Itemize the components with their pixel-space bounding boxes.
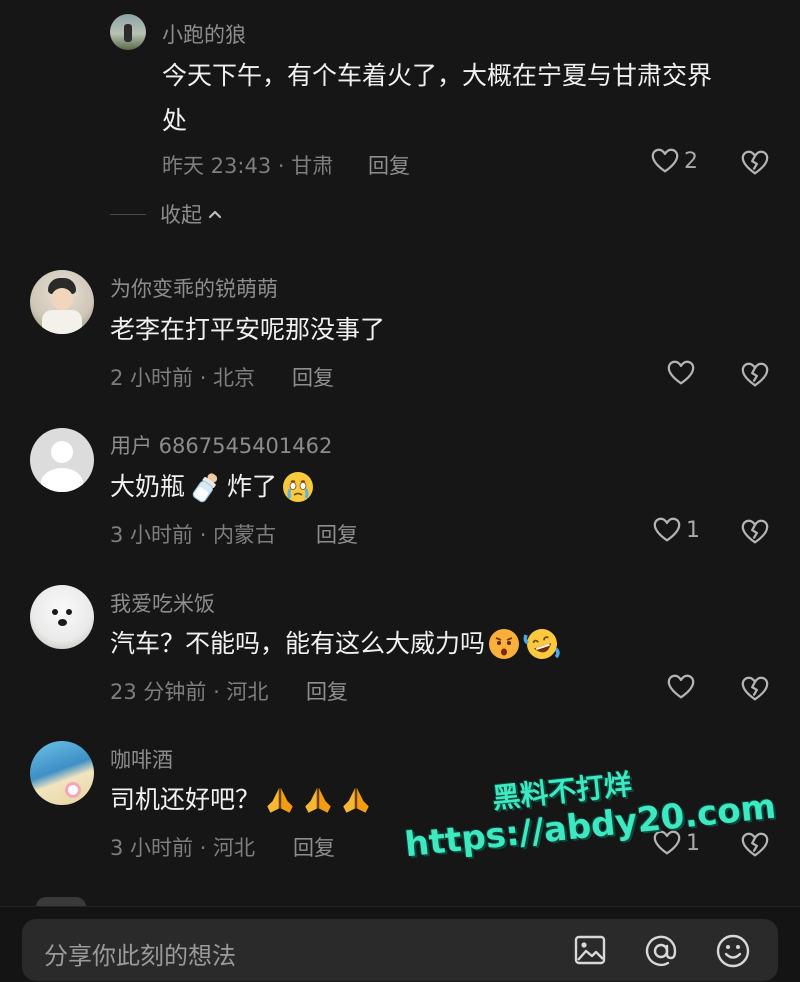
- like-button[interactable]: 2: [650, 146, 698, 176]
- broken-heart-icon[interactable]: [740, 674, 770, 704]
- comment-text: 司机还好吧？: [110, 777, 374, 823]
- broken-heart-icon[interactable]: [740, 517, 770, 547]
- comment-author[interactable]: 用户 6867545401462: [110, 430, 332, 460]
- like-count: 1: [686, 517, 700, 543]
- collapse-replies-button[interactable]: 收起: [110, 199, 224, 229]
- reply-button[interactable]: 回复: [293, 832, 335, 862]
- like-button[interactable]: 1: [652, 515, 700, 545]
- comment-author[interactable]: 咖啡酒: [110, 744, 173, 774]
- avatar[interactable]: [30, 270, 94, 334]
- comment-text: 今天下午，有个车着火了，大概在宁夏与甘肃交界: [162, 61, 713, 90]
- image-icon[interactable]: [572, 932, 608, 968]
- comment-text: 汽车？不能吗，能有这么大威力吗: [110, 621, 561, 667]
- reply-button[interactable]: 回复: [292, 362, 334, 392]
- reply-button[interactable]: 回复: [306, 676, 348, 706]
- broken-heart-icon[interactable]: [740, 360, 770, 390]
- emoji-icon[interactable]: [714, 932, 752, 970]
- reply-button[interactable]: 回复: [368, 150, 410, 180]
- comment-input[interactable]: 分享你此刻的想法: [22, 919, 778, 981]
- praying-hands-emoji: [300, 783, 336, 817]
- comment-meta: 3 小时前 · 内蒙古: [110, 523, 277, 547]
- heart-icon: [652, 515, 682, 545]
- comment-text-part: 汽车？不能吗，能有这么大威力吗: [110, 629, 486, 658]
- like-count: 2: [684, 148, 698, 174]
- comment-meta: 3 小时前 · 河北: [110, 836, 256, 860]
- heart-icon: [666, 672, 696, 702]
- comment-meta: 昨天 23:43 · 甘肃: [162, 154, 334, 178]
- broken-heart-icon[interactable]: [740, 148, 770, 178]
- praying-hands-emoji: [338, 783, 374, 817]
- avatar[interactable]: [110, 14, 146, 50]
- comment-author[interactable]: 为你变乖的锐萌萌: [110, 273, 278, 303]
- like-button[interactable]: [666, 358, 696, 388]
- comment-author[interactable]: 我爱吃米饭: [110, 588, 215, 618]
- divider: [110, 213, 146, 215]
- chevron-up-icon: [208, 210, 222, 219]
- avatar[interactable]: [30, 585, 94, 649]
- like-button[interactable]: [666, 672, 696, 702]
- comment-text-part: 司机还好吧？: [110, 785, 261, 814]
- baby-bottle-emoji: [192, 473, 218, 503]
- comment-input-bar: 分享你此刻的想法: [0, 906, 800, 982]
- default-avatar-icon[interactable]: [30, 428, 94, 492]
- crying-face-emoji: [283, 472, 314, 502]
- comment-author[interactable]: 小跑的狼: [162, 19, 246, 49]
- comment-text: 老李在打平安呢那没事了: [110, 315, 386, 344]
- avatar[interactable]: [30, 741, 94, 805]
- heart-icon: [650, 146, 680, 176]
- comment-meta: 23 分钟前 · 河北: [110, 680, 269, 704]
- broken-heart-icon[interactable]: [740, 830, 770, 860]
- comment-meta: 2 小时前 · 北京: [110, 366, 256, 390]
- heart-icon: [666, 358, 696, 388]
- reply-button[interactable]: 回复: [316, 519, 358, 549]
- comment-text-part: 大奶瓶: [110, 472, 186, 501]
- laughing-tears-emoji: [523, 629, 560, 659]
- comment-text-continued: 处: [162, 106, 188, 135]
- at-icon[interactable]: [642, 932, 680, 970]
- praying-hands-emoji: [262, 783, 298, 817]
- astonished-face-emoji: [489, 629, 520, 659]
- comment-input-placeholder: 分享你此刻的想法: [44, 942, 236, 970]
- collapse-label: 收起: [160, 203, 202, 227]
- comment-text: 大奶瓶 炸了: [110, 464, 315, 510]
- comment-text-part: 炸了: [227, 472, 278, 501]
